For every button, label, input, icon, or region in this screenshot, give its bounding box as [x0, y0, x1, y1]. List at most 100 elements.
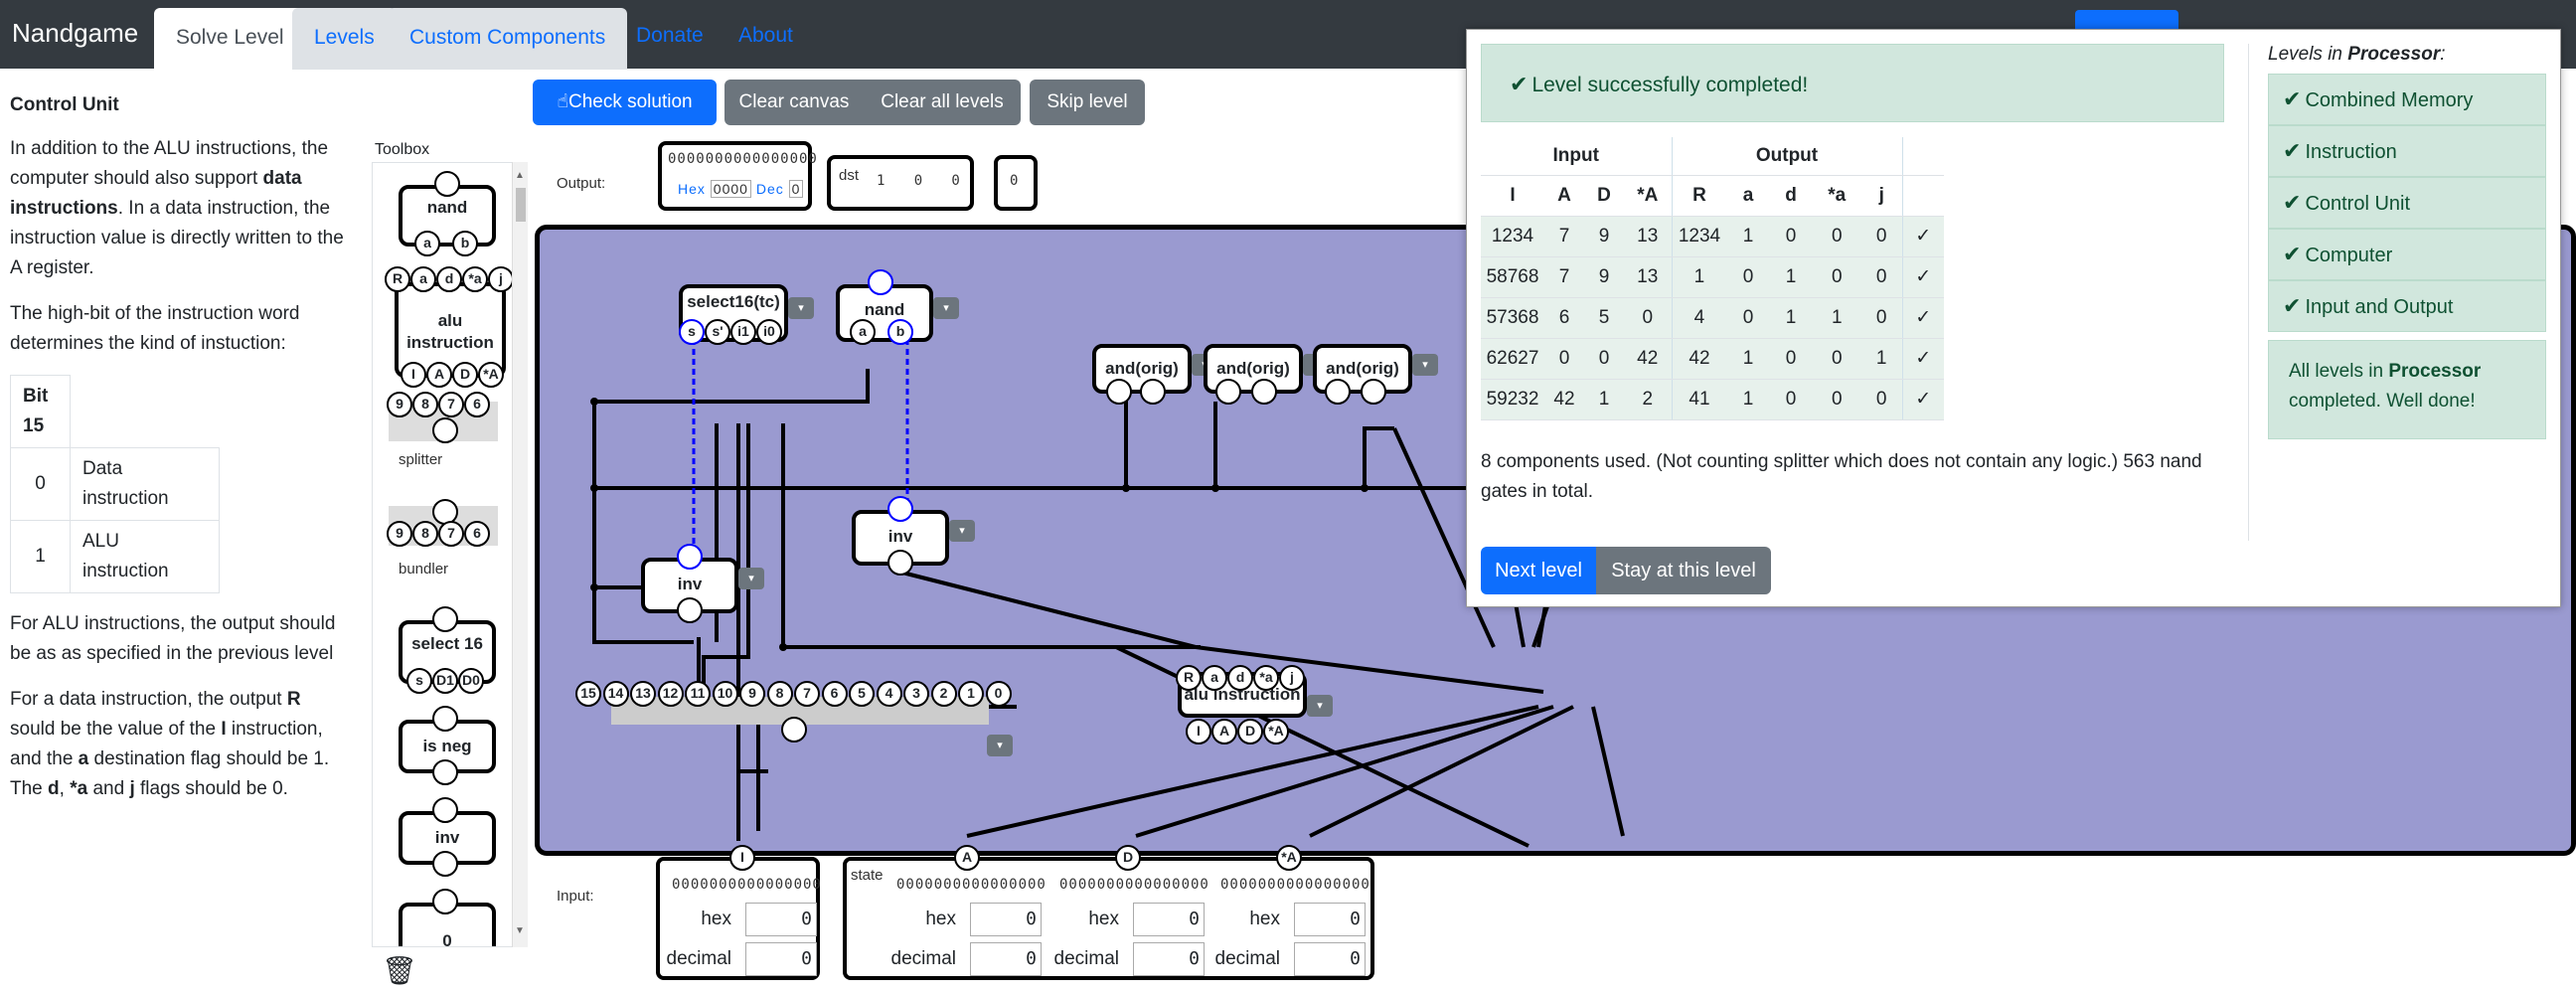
splitter-pin: 9	[739, 681, 765, 707]
input-d-decimal[interactable]: 0	[1133, 942, 1205, 976]
pin	[1361, 379, 1386, 405]
pass-check: ✓	[1901, 379, 1944, 420]
table-cell: 0	[1812, 338, 1861, 380]
table-cell: 0	[1726, 297, 1770, 339]
table-cell: 13	[1624, 256, 1672, 298]
level-input-output[interactable]: ✔ Input and Output	[2268, 280, 2546, 332]
pin: I	[729, 845, 755, 871]
splitter-pin: 8	[766, 681, 793, 707]
splitter-pin: 3	[903, 681, 929, 707]
nav-button[interactable]	[2075, 10, 2178, 30]
pin	[677, 597, 703, 623]
level-instruction[interactable]: ✔ Instruction	[2268, 125, 2546, 177]
link-donate[interactable]: Donate	[636, 24, 704, 48]
table-cell: 41	[1671, 379, 1727, 420]
table-cell: 1234	[1671, 216, 1727, 257]
input-i-decimal[interactable]: 0	[745, 942, 817, 976]
table-cell: 1	[1726, 216, 1770, 257]
pin: 8	[412, 392, 438, 417]
splitter-pin: 4	[876, 681, 902, 707]
divider	[2248, 44, 2249, 541]
level-title: Control Unit	[10, 94, 119, 115]
table-cell: 59232	[1481, 379, 1544, 420]
column-header: D	[1584, 175, 1624, 217]
pin: i1	[730, 319, 756, 345]
pin: A	[954, 845, 980, 871]
toolbox-scrollbar[interactable]: ▲ ▼	[512, 162, 528, 947]
splitter-pin: 1	[958, 681, 984, 707]
table-cell: 1	[1769, 297, 1813, 339]
pin	[1325, 379, 1351, 405]
component-menu-button[interactable]: ▾	[1412, 354, 1438, 376]
brand[interactable]: Nandgame	[12, 18, 138, 49]
scroll-thumb[interactable]	[516, 188, 526, 222]
table-cell: 1	[1812, 297, 1861, 339]
level-control-unit[interactable]: ✔ Control Unit	[2268, 177, 2546, 229]
table-cell: 2	[1624, 379, 1672, 420]
table-cell: 0	[1769, 216, 1813, 257]
level-combined-memory[interactable]: ✔ Combined Memory	[2268, 74, 2546, 125]
output-dst-box: dst 1 0 0	[827, 155, 974, 211]
pin	[432, 606, 458, 632]
table-cell: 1	[1584, 379, 1624, 420]
pass-check: ✓	[1901, 338, 1944, 380]
pin-output	[434, 171, 460, 197]
stay-level-button[interactable]: Stay at this level	[1596, 547, 1771, 594]
table-cell: 1	[1769, 256, 1813, 298]
pin: s'	[705, 319, 730, 345]
pin: j	[488, 266, 514, 292]
table-cell: 0	[1584, 338, 1624, 380]
next-level-button[interactable]: Next level	[1481, 547, 1596, 594]
tab-solve-level[interactable]: Solve Level	[154, 8, 306, 70]
check-solution-button[interactable]: ☝Check solution	[533, 80, 717, 125]
pin: s	[406, 668, 432, 694]
output-r-bits: 0000000000000000	[668, 151, 818, 167]
table-cell: 58768	[1481, 256, 1544, 298]
input-a-hex[interactable]: 0	[970, 903, 1042, 936]
table-row: 1234 7 9 13 1234 1 0 0 0 ✓	[1481, 216, 1944, 257]
input-stara-hex[interactable]: 0	[1294, 903, 1366, 936]
pin	[887, 550, 913, 576]
skip-level-button[interactable]: Skip level	[1030, 80, 1145, 125]
column-header: *A	[1624, 175, 1672, 217]
table-cell: 9	[1584, 256, 1624, 298]
clear-all-levels-button[interactable]: Clear all levels	[864, 80, 1021, 125]
pin: j	[1279, 665, 1305, 691]
input-stara-decimal[interactable]: 0	[1294, 942, 1366, 976]
pin: D	[452, 362, 478, 388]
link-about[interactable]: About	[738, 24, 793, 48]
column-header: R	[1671, 175, 1727, 217]
level-computer[interactable]: ✔ Computer	[2268, 229, 2546, 280]
input-d-hex[interactable]: 0	[1133, 903, 1205, 936]
splitter-pin: 6	[821, 681, 848, 707]
column-header: A	[1544, 175, 1584, 217]
pin: a	[1202, 665, 1227, 691]
output-j-box: 0	[994, 155, 1038, 211]
bit-table: Bit 15 0 Data instruction 1 ALU instructio…	[10, 375, 220, 593]
pin	[677, 544, 703, 570]
table-cell: 0	[1860, 216, 1902, 257]
component-menu-button[interactable]: ▾	[788, 297, 814, 319]
tab-levels[interactable]: Levels	[292, 8, 397, 70]
output-r-box: 0000000000000000 Hex 0000 Dec 0	[658, 141, 817, 211]
table-cell: 1234	[1481, 216, 1544, 257]
clear-canvas-button[interactable]: Clear canvas	[724, 80, 864, 125]
pin: *A	[1276, 845, 1302, 871]
pin: 7	[438, 521, 464, 547]
splitter-pin: 2	[930, 681, 957, 707]
table-cell: 0	[1544, 338, 1584, 380]
input-i-hex[interactable]: 0	[745, 903, 817, 936]
input-a-decimal[interactable]: 0	[970, 942, 1042, 976]
column-header: d	[1769, 175, 1813, 217]
trash-icon[interactable]: 🗑	[382, 954, 417, 987]
component-menu-button[interactable]: ▾	[987, 735, 1013, 756]
table-row: 0 Data instruction	[10, 447, 220, 521]
pin: I	[401, 362, 426, 388]
component-menu-button[interactable]: ▾	[949, 520, 975, 542]
toolbox-title: Toolbox	[375, 141, 430, 158]
component-menu-button[interactable]: ▾	[738, 568, 764, 589]
component-menu-button[interactable]: ▾	[1307, 695, 1333, 717]
component-menu-button[interactable]: ▾	[933, 297, 959, 319]
table-cell: 1	[1726, 338, 1770, 380]
tab-custom-components[interactable]: Custom Components	[388, 8, 628, 70]
